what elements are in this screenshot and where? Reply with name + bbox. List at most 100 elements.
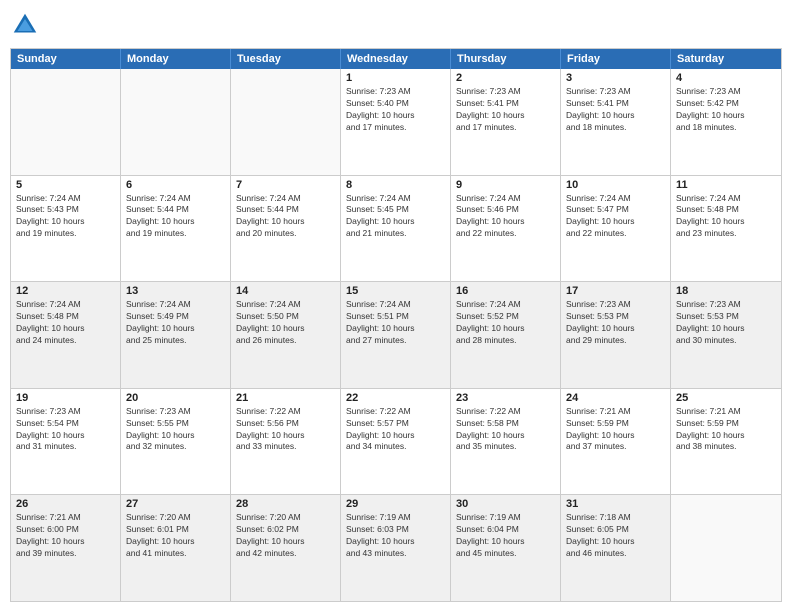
calendar-header: SundayMondayTuesdayWednesdayThursdayFrid…: [11, 49, 781, 69]
weekday-header-saturday: Saturday: [671, 49, 781, 69]
weekday-header-tuesday: Tuesday: [231, 49, 341, 69]
calendar-day-29: 29 Sunrise: 7:19 AM Sunset: 6:03 PM Dayli…: [341, 495, 451, 601]
day-number-8: 8: [346, 179, 445, 191]
calendar-day-6: 6 Sunrise: 7:24 AM Sunset: 5:44 PM Daylig…: [121, 176, 231, 282]
day-info-5: Sunrise: 7:24 AM Sunset: 5:43 PM Dayligh…: [16, 193, 115, 241]
calendar-day-16: 16 Sunrise: 7:24 AM Sunset: 5:52 PM Dayli…: [451, 282, 561, 388]
calendar-empty-cell: [671, 495, 781, 601]
day-info-22: Sunrise: 7:22 AM Sunset: 5:57 PM Dayligh…: [346, 406, 445, 454]
day-number-22: 22: [346, 392, 445, 404]
day-number-20: 20: [126, 392, 225, 404]
calendar-day-7: 7 Sunrise: 7:24 AM Sunset: 5:44 PM Daylig…: [231, 176, 341, 282]
calendar-row-3: 19 Sunrise: 7:23 AM Sunset: 5:54 PM Dayli…: [11, 388, 781, 495]
calendar-row-2: 12Sunrise: 7:24 AM Sunset: 5:48 PM Dayli…: [11, 281, 781, 388]
weekday-header-friday: Friday: [561, 49, 671, 69]
day-info-3: Sunrise: 7:23 AM Sunset: 5:41 PM Dayligh…: [566, 86, 665, 134]
calendar-day-20: 20 Sunrise: 7:23 AM Sunset: 5:55 PM Dayli…: [121, 389, 231, 495]
day-info-6: Sunrise: 7:24 AM Sunset: 5:44 PM Dayligh…: [126, 193, 225, 241]
day-info-2: Sunrise: 7:23 AM Sunset: 5:41 PM Dayligh…: [456, 86, 555, 134]
day-info-17: Sunrise: 7:23 AM Sunset: 5:53 PM Dayligh…: [566, 299, 665, 347]
day-number-28: 28: [236, 498, 335, 510]
calendar-day-19: 19 Sunrise: 7:23 AM Sunset: 5:54 PM Dayli…: [11, 389, 121, 495]
calendar-day-27: 27 Sunrise: 7:20 AM Sunset: 6:01 PM Dayli…: [121, 495, 231, 601]
day-info-8: Sunrise: 7:24 AM Sunset: 5:45 PM Dayligh…: [346, 193, 445, 241]
calendar: SundayMondayTuesdayWednesdayThursdayFrid…: [10, 48, 782, 602]
calendar-day-23: 23 Sunrise: 7:22 AM Sunset: 5:58 PM Dayli…: [451, 389, 561, 495]
page: SundayMondayTuesdayWednesdayThursdayFrid…: [0, 0, 792, 612]
calendar-empty-cell: [121, 69, 231, 175]
day-info-31: Sunrise: 7:18 AM Sunset: 6:05 PM Dayligh…: [566, 512, 665, 560]
calendar-day-30: 30 Sunrise: 7:19 AM Sunset: 6:04 PM Dayli…: [451, 495, 561, 601]
day-info-7: Sunrise: 7:24 AM Sunset: 5:44 PM Dayligh…: [236, 193, 335, 241]
calendar-day-1: 1Sunrise: 7:23 AM Sunset: 5:40 PM Daylig…: [341, 69, 451, 175]
calendar-empty-cell: [231, 69, 341, 175]
day-number-3: 3: [566, 72, 665, 84]
weekday-header-thursday: Thursday: [451, 49, 561, 69]
calendar-day-3: 3 Sunrise: 7:23 AM Sunset: 5:41 PM Daylig…: [561, 69, 671, 175]
day-info-24: Sunrise: 7:21 AM Sunset: 5:59 PM Dayligh…: [566, 406, 665, 454]
day-number-14: 14: [236, 285, 335, 297]
day-number-4: 4: [676, 72, 776, 84]
calendar-empty-cell: [11, 69, 121, 175]
day-number-9: 9: [456, 179, 555, 191]
day-number-30: 30: [456, 498, 555, 510]
calendar-day-2: 2 Sunrise: 7:23 AM Sunset: 5:41 PM Daylig…: [451, 69, 561, 175]
calendar-day-10: 10Sunrise: 7:24 AM Sunset: 5:47 PM Dayli…: [561, 176, 671, 282]
calendar-day-28: 28 Sunrise: 7:20 AM Sunset: 6:02 PM Dayli…: [231, 495, 341, 601]
day-number-11: 11: [676, 179, 776, 191]
day-number-19: 19: [16, 392, 115, 404]
day-info-20: Sunrise: 7:23 AM Sunset: 5:55 PM Dayligh…: [126, 406, 225, 454]
day-number-17: 17: [566, 285, 665, 297]
weekday-header-sunday: Sunday: [11, 49, 121, 69]
day-number-18: 18: [676, 285, 776, 297]
day-info-14: Sunrise: 7:24 AM Sunset: 5:50 PM Dayligh…: [236, 299, 335, 347]
day-number-2: 2: [456, 72, 555, 84]
day-info-21: Sunrise: 7:22 AM Sunset: 5:56 PM Dayligh…: [236, 406, 335, 454]
day-info-26: Sunrise: 7:21 AM Sunset: 6:00 PM Dayligh…: [16, 512, 115, 560]
day-info-27: Sunrise: 7:20 AM Sunset: 6:01 PM Dayligh…: [126, 512, 225, 560]
calendar-day-11: 11 Sunrise: 7:24 AM Sunset: 5:48 PM Dayli…: [671, 176, 781, 282]
day-number-12: 12: [16, 285, 115, 297]
calendar-day-24: 24 Sunrise: 7:21 AM Sunset: 5:59 PM Dayli…: [561, 389, 671, 495]
day-info-29: Sunrise: 7:19 AM Sunset: 6:03 PM Dayligh…: [346, 512, 445, 560]
calendar-day-21: 21 Sunrise: 7:22 AM Sunset: 5:56 PM Dayli…: [231, 389, 341, 495]
day-number-6: 6: [126, 179, 225, 191]
day-info-23: Sunrise: 7:22 AM Sunset: 5:58 PM Dayligh…: [456, 406, 555, 454]
logo: [10, 10, 44, 40]
day-number-23: 23: [456, 392, 555, 404]
calendar-row-4: 26 Sunrise: 7:21 AM Sunset: 6:00 PM Dayli…: [11, 494, 781, 601]
day-number-31: 31: [566, 498, 665, 510]
calendar-day-26: 26 Sunrise: 7:21 AM Sunset: 6:00 PM Dayli…: [11, 495, 121, 601]
day-number-26: 26: [16, 498, 115, 510]
calendar-day-8: 8 Sunrise: 7:24 AM Sunset: 5:45 PM Daylig…: [341, 176, 451, 282]
calendar-day-5: 5 Sunrise: 7:24 AM Sunset: 5:43 PM Daylig…: [11, 176, 121, 282]
day-number-13: 13: [126, 285, 225, 297]
day-info-30: Sunrise: 7:19 AM Sunset: 6:04 PM Dayligh…: [456, 512, 555, 560]
calendar-row-1: 5 Sunrise: 7:24 AM Sunset: 5:43 PM Daylig…: [11, 175, 781, 282]
day-info-19: Sunrise: 7:23 AM Sunset: 5:54 PM Dayligh…: [16, 406, 115, 454]
day-number-21: 21: [236, 392, 335, 404]
day-number-7: 7: [236, 179, 335, 191]
day-number-27: 27: [126, 498, 225, 510]
day-info-15: Sunrise: 7:24 AM Sunset: 5:51 PM Dayligh…: [346, 299, 445, 347]
calendar-day-4: 4Sunrise: 7:23 AM Sunset: 5:42 PM Daylig…: [671, 69, 781, 175]
calendar-row-0: 1Sunrise: 7:23 AM Sunset: 5:40 PM Daylig…: [11, 69, 781, 175]
day-info-13: Sunrise: 7:24 AM Sunset: 5:49 PM Dayligh…: [126, 299, 225, 347]
header: [10, 10, 782, 40]
calendar-day-15: 15 Sunrise: 7:24 AM Sunset: 5:51 PM Dayli…: [341, 282, 451, 388]
day-number-15: 15: [346, 285, 445, 297]
day-number-29: 29: [346, 498, 445, 510]
day-number-24: 24: [566, 392, 665, 404]
day-info-28: Sunrise: 7:20 AM Sunset: 6:02 PM Dayligh…: [236, 512, 335, 560]
day-info-10: Sunrise: 7:24 AM Sunset: 5:47 PM Dayligh…: [566, 193, 665, 241]
calendar-day-13: 13 Sunrise: 7:24 AM Sunset: 5:49 PM Dayli…: [121, 282, 231, 388]
calendar-day-25: 25Sunrise: 7:21 AM Sunset: 5:59 PM Dayli…: [671, 389, 781, 495]
day-info-11: Sunrise: 7:24 AM Sunset: 5:48 PM Dayligh…: [676, 193, 776, 241]
day-number-16: 16: [456, 285, 555, 297]
day-info-16: Sunrise: 7:24 AM Sunset: 5:52 PM Dayligh…: [456, 299, 555, 347]
calendar-day-18: 18Sunrise: 7:23 AM Sunset: 5:53 PM Dayli…: [671, 282, 781, 388]
calendar-day-9: 9Sunrise: 7:24 AM Sunset: 5:46 PM Daylig…: [451, 176, 561, 282]
day-number-25: 25: [676, 392, 776, 404]
day-info-1: Sunrise: 7:23 AM Sunset: 5:40 PM Dayligh…: [346, 86, 445, 134]
day-number-5: 5: [16, 179, 115, 191]
